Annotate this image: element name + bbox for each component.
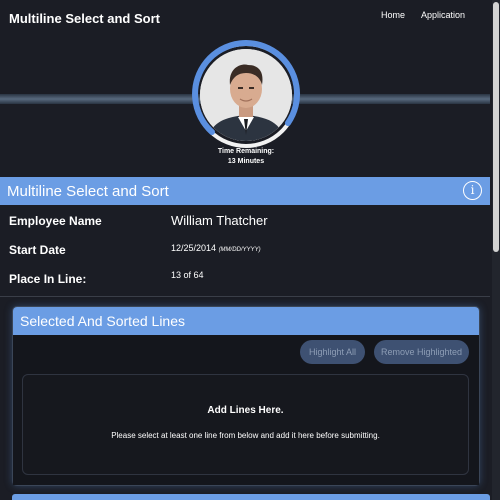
page-scrollbar[interactable] (492, 0, 500, 500)
date-format-hint: (MM/DD/YYYY) (218, 247, 261, 253)
selected-lines-body: Highlight All Remove Highlighted Add Lin… (13, 335, 479, 485)
info-icon[interactable]: i (463, 181, 482, 200)
main-section-header: Multiline Select and Sort i (0, 177, 490, 205)
employee-avatar (200, 49, 292, 141)
employee-name-label: Employee Name (9, 214, 102, 228)
nav-home-link[interactable]: Home (381, 10, 405, 20)
place-in-line-label: Place In Line: (9, 272, 87, 286)
person-portrait-icon (200, 49, 292, 141)
time-remaining-label: Time Remaining: (217, 148, 275, 155)
nav-application-link[interactable]: Application (421, 10, 465, 20)
time-remaining: Time Remaining: 13 Minutes (196, 147, 296, 167)
start-date: 12/25/2014 (MM/DD/YYYY) (171, 243, 261, 253)
time-remaining-value: 13 Minutes (227, 158, 265, 165)
top-nav-bar: Multiline Select and Sort Home Applicati… (0, 0, 490, 40)
selected-lines-header: Selected And Sorted Lines (13, 307, 479, 335)
selected-lines-title: Selected And Sorted Lines (20, 313, 186, 329)
lines-drop-zone[interactable]: Add Lines Here. Please select at least o… (22, 374, 469, 475)
section-divider (0, 296, 490, 297)
employee-name-value: William Thatcher (171, 213, 268, 228)
highlight-all-button[interactable]: Highlight All (300, 340, 365, 364)
place-in-line-value: 13 of 64 (171, 270, 204, 280)
scrollbar-thumb[interactable] (493, 2, 499, 252)
drop-zone-title: Add Lines Here. (207, 405, 284, 416)
remove-highlighted-button[interactable]: Remove Highlighted (374, 340, 469, 364)
main-section-title: Multiline Select and Sort (7, 183, 169, 200)
app-title: Multiline Select and Sort (9, 11, 160, 26)
selected-lines-panel: Selected And Sorted Lines Highlight All … (12, 306, 480, 486)
start-date-label: Start Date (9, 243, 66, 257)
drop-zone-instructions: Please select at least one line from bel… (111, 431, 380, 440)
timer-avatar (190, 39, 302, 151)
start-date-value: 12/25/2014 (171, 243, 217, 253)
next-panel-header (12, 494, 490, 500)
